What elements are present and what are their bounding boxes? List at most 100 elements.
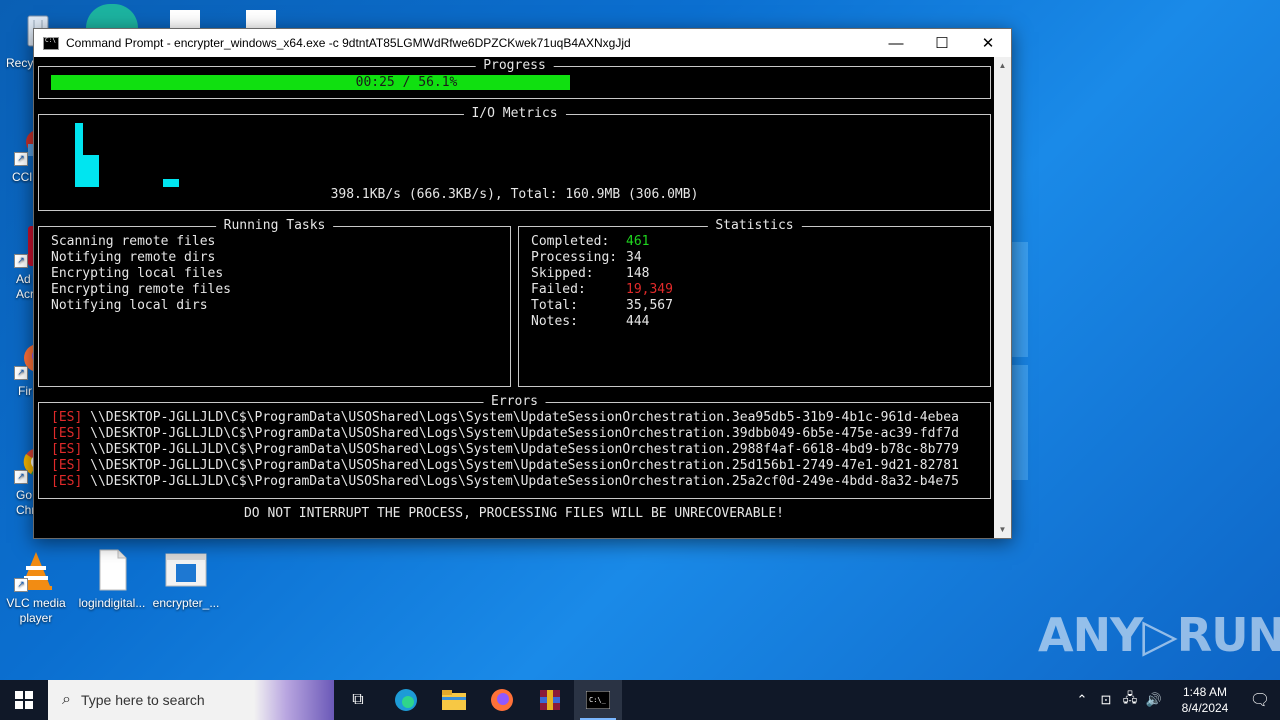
running-tasks-panel: Running Tasks Scanning remote files Noti… bbox=[38, 218, 511, 387]
desktop-icon-vlc[interactable]: ↗ VLC media player bbox=[0, 548, 72, 626]
stat-value: 148 bbox=[626, 266, 650, 281]
io-metrics-panel: I/O Metrics 398.1KB/s (666.3KB/s), Total… bbox=[38, 106, 991, 211]
task-item: Notifying local dirs bbox=[51, 298, 208, 313]
shortcut-arrow-icon: ↗ bbox=[14, 578, 28, 592]
taskbar-cmd-button[interactable]: C:\_ bbox=[574, 680, 622, 720]
taskbar-clock[interactable]: 1:48 AM 8/4/2024 bbox=[1170, 684, 1240, 716]
cmd-app-icon bbox=[43, 36, 59, 50]
error-line: [ES] \\DESKTOP-JGLLJLD\C$\ProgramData\US… bbox=[51, 442, 981, 458]
taskbar-winrar-button[interactable] bbox=[526, 680, 574, 720]
search-highlight-image-icon bbox=[254, 680, 334, 720]
search-icon: ⌕ bbox=[62, 691, 71, 708]
progress-bar: 00:25 / 56.1% bbox=[51, 75, 570, 90]
scroll-down-icon[interactable]: ▼ bbox=[994, 521, 1011, 538]
task-item: Notifying remote dirs bbox=[51, 250, 216, 265]
notification-icon[interactable]: 🗨 bbox=[1240, 690, 1280, 710]
stat-value: 35,567 bbox=[626, 298, 673, 313]
io-metrics-text: 398.1KB/s (666.3KB/s), Total: 160.9MB (3… bbox=[330, 187, 699, 202]
stat-label: Completed: bbox=[531, 234, 610, 249]
progress-panel: Progress 00:25 / 56.1% bbox=[38, 58, 991, 99]
progress-panel-title: Progress bbox=[475, 58, 554, 74]
shortcut-arrow-icon: ↗ bbox=[14, 470, 28, 484]
stat-value: 19,349 bbox=[626, 282, 673, 297]
minimize-button[interactable]: — bbox=[873, 29, 919, 57]
errors-panel-title: Errors bbox=[483, 394, 546, 410]
desktop-icon-logindigital[interactable]: logindigital... bbox=[76, 548, 148, 611]
shortcut-arrow-icon: ↗ bbox=[14, 254, 28, 268]
stat-label: Notes: bbox=[531, 314, 578, 329]
taskbar-edge-button[interactable] bbox=[382, 680, 430, 720]
close-button[interactable]: ✕ bbox=[965, 29, 1011, 57]
error-tag: [ES] bbox=[51, 410, 83, 425]
stat-value: 34 bbox=[626, 250, 642, 265]
stats-list: Completed: 461 Processing: 34 Skipped: 148 … bbox=[531, 234, 673, 330]
scroll-up-icon[interactable]: ▲ bbox=[994, 57, 1011, 74]
shortcut-arrow-icon: ↗ bbox=[14, 152, 28, 166]
edge-icon bbox=[395, 689, 417, 711]
error-line: [ES] \\DESKTOP-JGLLJLD\C$\ProgramData\US… bbox=[51, 426, 981, 442]
clock-time: 1:48 AM bbox=[1182, 685, 1228, 699]
stat-row-notes: Notes: 444 bbox=[531, 314, 673, 330]
desktop-icon-file-partial[interactable] bbox=[170, 10, 200, 28]
volume-icon[interactable]: 🔊 bbox=[1142, 692, 1166, 708]
error-path: \\DESKTOP-JGLLJLD\C$\ProgramData\USOShar… bbox=[90, 442, 959, 457]
command-prompt-window[interactable]: Command Prompt - encrypter_windows_x64.e… bbox=[33, 28, 1012, 539]
console-area[interactable]: Progress 00:25 / 56.1% I/O Metrics 398.1… bbox=[34, 57, 994, 538]
task-list: Scanning remote files Notifying remote d… bbox=[51, 234, 231, 314]
network-icon[interactable]: 🖧 bbox=[1118, 689, 1142, 711]
taskbar-explorer-button[interactable] bbox=[430, 680, 478, 720]
error-path: \\DESKTOP-JGLLJLD\C$\ProgramData\USOShar… bbox=[90, 458, 959, 473]
error-line: [ES] \\DESKTOP-JGLLJLD\C$\ProgramData\US… bbox=[51, 458, 981, 474]
file-icon bbox=[90, 548, 134, 592]
progress-bar-text: 00:25 / 56.1% bbox=[355, 75, 458, 90]
winrar-icon bbox=[540, 690, 560, 710]
error-path: \\DESKTOP-JGLLJLD\C$\ProgramData\USOShar… bbox=[90, 474, 959, 489]
taskbar: ⌕ Type here to search ⧉ C:\_ ⌃ ⊡ 🖧 🔊 1:4… bbox=[0, 680, 1280, 720]
task-item: Encrypting remote files bbox=[51, 282, 232, 297]
error-tag: [ES] bbox=[51, 458, 83, 473]
desktop-icon-label: logindigital... bbox=[78, 596, 146, 610]
task-item: Scanning remote files bbox=[51, 234, 216, 249]
wallpaper-beam bbox=[1012, 242, 1028, 357]
desktop-icon-label: VLC media player bbox=[6, 596, 66, 625]
statistics-panel: Statistics Completed: 461 Processing: 34 S… bbox=[518, 218, 991, 387]
shortcut-arrow-icon: ↗ bbox=[14, 366, 28, 380]
vlc-icon: ↗ bbox=[14, 548, 58, 592]
window-title: Command Prompt - encrypter_windows_x64.e… bbox=[66, 36, 631, 50]
task-view-button[interactable]: ⧉ bbox=[334, 680, 382, 720]
desktop-icon-file-partial[interactable] bbox=[246, 10, 276, 28]
error-line: [ES] \\DESKTOP-JGLLJLD\C$\ProgramData\US… bbox=[51, 410, 981, 426]
firefox-icon bbox=[491, 689, 513, 711]
io-bar bbox=[163, 179, 179, 187]
windows-logo-icon bbox=[15, 691, 33, 709]
stat-value: 444 bbox=[626, 314, 650, 329]
desktop-icon-label: encrypter_... bbox=[152, 596, 220, 610]
network-device-icon[interactable]: ⊡ bbox=[1094, 692, 1118, 708]
error-path: \\DESKTOP-JGLLJLD\C$\ProgramData\USOShar… bbox=[90, 410, 959, 425]
clock-date: 8/4/2024 bbox=[1181, 701, 1229, 715]
folder-icon bbox=[442, 690, 466, 710]
vertical-scrollbar[interactable]: ▲ ▼ bbox=[994, 57, 1011, 538]
chevron-up-icon[interactable]: ⌃ bbox=[1070, 692, 1094, 708]
exe-icon bbox=[164, 548, 208, 592]
error-list: [ES] \\DESKTOP-JGLLJLD\C$\ProgramData\US… bbox=[51, 410, 981, 490]
taskbar-firefox-button[interactable] bbox=[478, 680, 526, 720]
desktop-icon-edge-partial[interactable] bbox=[86, 4, 138, 28]
error-tag: [ES] bbox=[51, 426, 83, 441]
io-bar bbox=[75, 155, 99, 187]
taskbar-search-box[interactable]: ⌕ Type here to search bbox=[48, 680, 334, 720]
wallpaper-beam bbox=[1012, 365, 1028, 480]
desktop-icon-encrypter[interactable]: encrypter_... bbox=[150, 548, 222, 611]
task-view-icon: ⧉ bbox=[352, 691, 364, 708]
start-button[interactable] bbox=[0, 680, 48, 720]
error-line: [ES] \\DESKTOP-JGLLJLD\C$\ProgramData\US… bbox=[51, 474, 981, 490]
maximize-button[interactable]: ☐ bbox=[919, 29, 965, 57]
error-path: \\DESKTOP-JGLLJLD\C$\ProgramData\USOShar… bbox=[90, 426, 959, 441]
stat-value: 461 bbox=[626, 234, 650, 249]
svg-text:C:\_: C:\_ bbox=[589, 696, 607, 704]
io-metrics-panel-title: I/O Metrics bbox=[463, 106, 566, 122]
statistics-panel-title: Statistics bbox=[707, 218, 802, 234]
stat-row-total: Total: 35,567 bbox=[531, 298, 673, 314]
stat-label: Failed: bbox=[531, 282, 586, 297]
window-titlebar[interactable]: Command Prompt - encrypter_windows_x64.e… bbox=[34, 29, 1011, 57]
